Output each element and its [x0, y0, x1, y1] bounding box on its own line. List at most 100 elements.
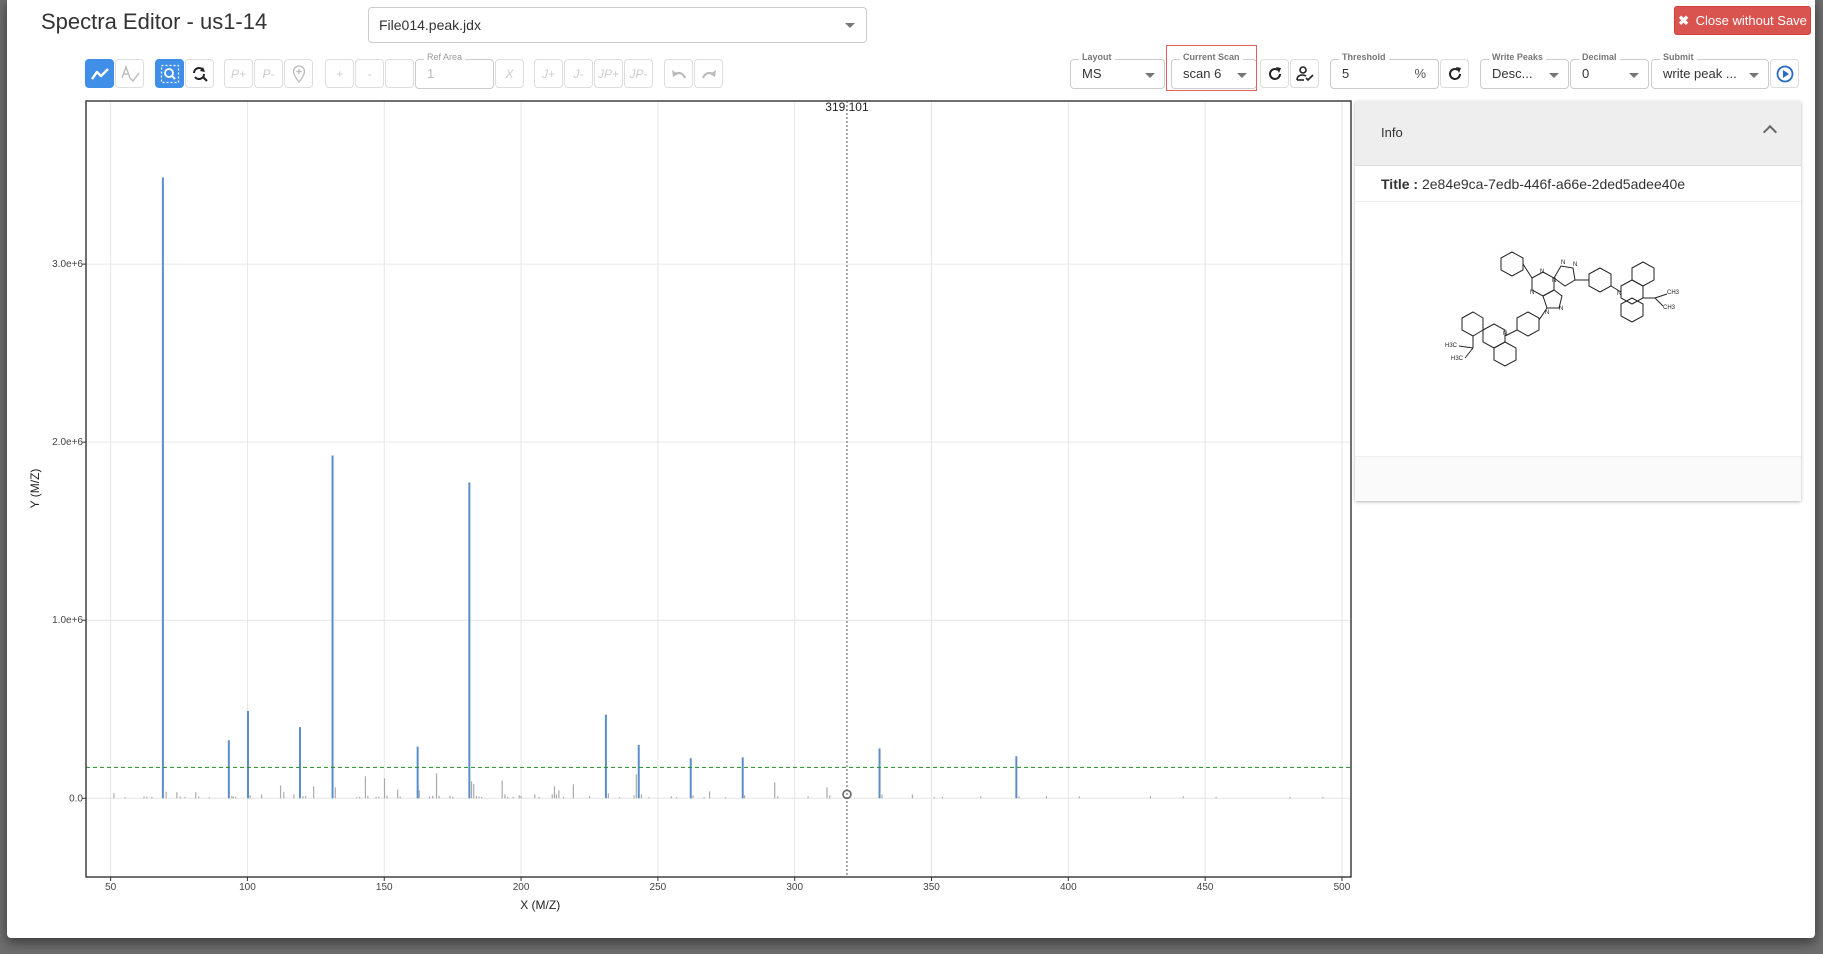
current-scan-highlight — [1166, 45, 1257, 91]
layout-select[interactable]: Layout MS — [1070, 51, 1165, 89]
atom-label: N — [1503, 331, 1507, 337]
play-circle-icon — [1776, 65, 1793, 82]
chevron-down-icon — [1549, 73, 1559, 78]
layout-value: MS — [1082, 66, 1102, 81]
chevron-up-icon[interactable] — [1762, 124, 1778, 140]
submit-label: Submit — [1660, 51, 1697, 63]
line-chart-icon — [90, 67, 109, 80]
x-tick-label: 500 — [1334, 882, 1351, 893]
ref-area-clear-label: X — [505, 66, 514, 81]
scan-auto-button[interactable] — [1290, 59, 1319, 88]
info-header-label: Info — [1381, 125, 1403, 140]
x-tick-label: 100 — [239, 882, 256, 893]
threshold-unit: % — [1414, 66, 1426, 81]
ref-area-clear-button[interactable]: X — [495, 59, 524, 88]
undo-button[interactable] — [664, 59, 693, 88]
x-tick-label: 150 — [376, 882, 393, 893]
times-icon: ✖ — [1678, 13, 1689, 28]
integration-remove-button[interactable]: - — [355, 59, 384, 88]
integration-blank-button[interactable] — [385, 59, 414, 88]
zoom-select-icon — [160, 64, 179, 83]
atom-label: N — [1617, 291, 1621, 297]
threshold-input[interactable]: Threshold 5 % — [1330, 51, 1439, 89]
submit-select[interactable]: Submit write peak ... — [1651, 51, 1769, 89]
user-check-icon — [1295, 65, 1314, 81]
pin-plus-icon — [292, 64, 305, 83]
x-tick-label: 350 — [923, 882, 940, 893]
file-select[interactable]: File014.peak.jdx — [368, 7, 867, 43]
x-tick-label: 250 — [650, 882, 667, 893]
peak-add-button[interactable]: P+ — [224, 59, 253, 88]
chevron-down-icon — [1629, 73, 1639, 78]
ref-area-value: 1 — [427, 66, 435, 81]
j-remove-button[interactable]: J- — [564, 59, 593, 88]
y-tick-label: 1.0e+6 — [52, 615, 83, 626]
j-remove-label: J- — [573, 66, 584, 81]
page-title: Spectra Editor - us1-14 — [41, 9, 268, 34]
close-without-save-button[interactable]: ✖ Close without Save — [1674, 6, 1811, 35]
write-peaks-select[interactable]: Write Peaks Desc... — [1480, 51, 1569, 89]
spectrum-line-button[interactable] — [85, 59, 114, 88]
redo-button[interactable] — [694, 59, 723, 88]
submit-value: write peak ... — [1663, 66, 1737, 81]
integration-add-button[interactable]: + — [325, 59, 354, 88]
decimal-value: 0 — [1582, 66, 1590, 81]
zoom-reset-button[interactable] — [185, 59, 214, 88]
decimal-select[interactable]: Decimal 0 — [1570, 51, 1649, 89]
atom-label: CH3 — [1667, 290, 1680, 296]
x-tick-label: 50 — [105, 882, 117, 893]
threshold-refresh-button[interactable] — [1440, 59, 1469, 88]
ref-area-input[interactable]: Ref Area 1 — [415, 51, 494, 89]
molecule-drawing: N N N N N N N N N H3C H3C CH3 CH3 — [1445, 251, 1680, 367]
scan-refresh-button[interactable] — [1260, 59, 1289, 88]
cursor-label: 319.101 — [825, 100, 869, 114]
threshold-value: 5 — [1342, 66, 1350, 81]
molecule-structure: N N N N N N N N N H3C H3C CH3 CH3 — [1355, 202, 1801, 456]
zoom-reset-icon — [192, 66, 208, 82]
atom-label: N — [1540, 269, 1544, 275]
info-title-row: Title : 2e84e9ca-7edb-446f-a66e-2ded5ade… — [1355, 165, 1801, 202]
integration-remove-label: - — [367, 66, 372, 81]
y-axis-label: Y (M/Z) — [28, 469, 42, 509]
info-panel-header[interactable]: Info — [1355, 101, 1801, 165]
close-button-label: Close without Save — [1695, 13, 1807, 28]
file-select-value: File014.peak.jdx — [379, 17, 481, 33]
peak-add-label: P+ — [230, 66, 246, 81]
info-panel-footer — [1355, 456, 1801, 501]
peak-remove-label: P- — [262, 66, 275, 81]
j-add-label: J+ — [541, 66, 555, 81]
zoom-select-button[interactable] — [155, 59, 184, 88]
submit-button[interactable] — [1770, 59, 1799, 88]
atom-label: N — [1559, 306, 1563, 312]
jp-add-button[interactable]: JP+ — [594, 59, 623, 88]
x-tick-label: 300 — [786, 882, 803, 893]
spectrum-chart-svg[interactable]: 319.101 50 100 150 200 250 300 350 400 450 500 0.0… — [28, 100, 1352, 921]
spectrum-analysis-button[interactable] — [115, 59, 144, 88]
peak-remove-button[interactable]: P- — [254, 59, 283, 88]
y-tick-label: 2.0e+6 — [52, 437, 83, 448]
x-tick-label: 450 — [1197, 882, 1214, 893]
atom-label: N — [1573, 262, 1577, 268]
undo-icon — [671, 69, 686, 78]
atom-label: N — [1530, 290, 1534, 296]
atom-label: H3C — [1451, 356, 1464, 362]
write-peaks-value: Desc... — [1492, 66, 1533, 81]
write-peaks-label: Write Peaks — [1489, 51, 1546, 63]
atom-label: H3C — [1445, 343, 1458, 349]
peak-pin-button[interactable] — [284, 59, 313, 88]
y-tick-label: 3.0e+6 — [52, 259, 83, 270]
chevron-down-icon — [1749, 73, 1759, 78]
plot-frame — [85, 100, 1352, 878]
x-tick-label: 400 — [1060, 882, 1077, 893]
spectrum-chart[interactable]: 319.101 50 100 150 200 250 300 350 400 450 500 0.0… — [28, 100, 1352, 912]
j-add-button[interactable]: J+ — [534, 59, 563, 88]
refresh-icon — [1268, 66, 1281, 80]
info-title-value: 2e84e9ca-7edb-446f-a66e-2ded5adee40e — [1421, 176, 1686, 192]
chevron-down-icon — [1145, 73, 1155, 78]
y-tick-label: 0.0 — [69, 793, 83, 804]
atom-label: N — [1561, 260, 1565, 266]
info-panel: Info Title : 2e84e9ca-7edb-446f-a66e-2de… — [1355, 101, 1801, 501]
jp-add-label: JP+ — [597, 66, 619, 81]
integration-add-label: + — [335, 66, 343, 81]
jp-remove-button[interactable]: JP- — [624, 59, 653, 88]
